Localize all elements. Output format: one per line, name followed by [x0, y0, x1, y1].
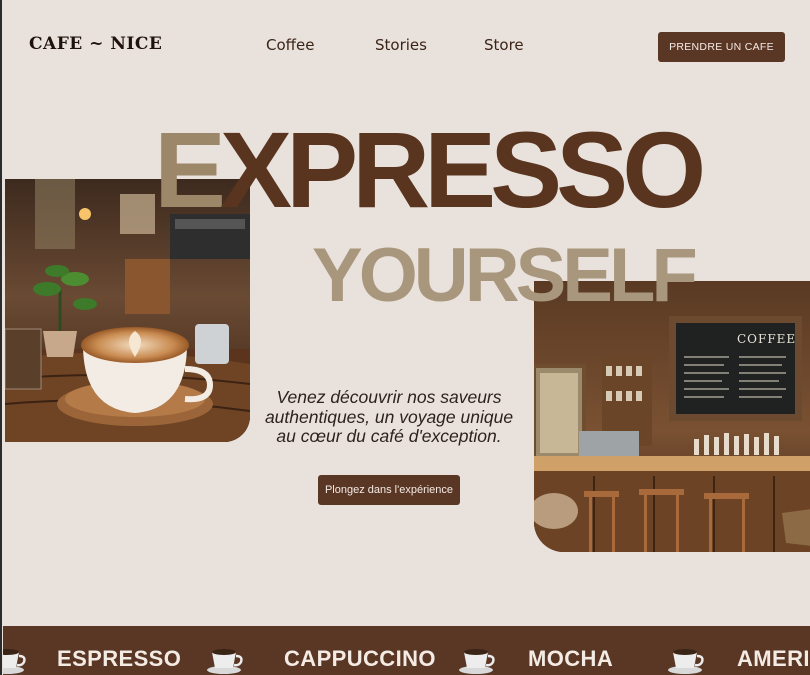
headline-rest: XPRESSO	[220, 109, 706, 230]
hero-headline-yourself: YOURSELF	[312, 233, 698, 318]
ticker-item-espresso: ESPRESSO	[57, 646, 182, 671]
coffee-cup-icon	[668, 649, 704, 674]
site-logo[interactable]: CAFE ~ NICE	[29, 34, 162, 54]
coffee-cup-icon	[207, 649, 243, 674]
menu-board-title: COFFEE	[737, 332, 796, 346]
nav-link-store[interactable]: Store	[484, 36, 524, 54]
drinks-ticker: ESPRESSO CAPPUCCINO MOCHA AMERIC	[3, 626, 810, 675]
headline-first-letter: E	[154, 109, 226, 230]
coffee-cup-icon	[3, 649, 26, 674]
ticker-item-mocha: MOCHA	[528, 646, 614, 671]
ticker-item-cappuccino: CAPPUCCINO	[284, 646, 436, 671]
experience-button[interactable]: Plongez dans l'expérience	[318, 475, 460, 505]
order-coffee-button[interactable]: PRENDRE UN CAFE	[658, 32, 785, 62]
nav-link-stories[interactable]: Stories	[375, 36, 427, 54]
cafe-interior-image: COFFEE	[534, 281, 810, 552]
coffee-cup-icon	[459, 649, 495, 674]
cafe-interior-illustration: COFFEE	[534, 281, 810, 552]
hero-headline-expresso: EXPRESSO	[154, 116, 706, 224]
ticker-item-americano: AMERIC	[737, 646, 810, 671]
hero-tagline: Venez découvrir nos saveurs authentiques…	[264, 387, 514, 446]
nav-link-coffee[interactable]: Coffee	[266, 36, 314, 54]
